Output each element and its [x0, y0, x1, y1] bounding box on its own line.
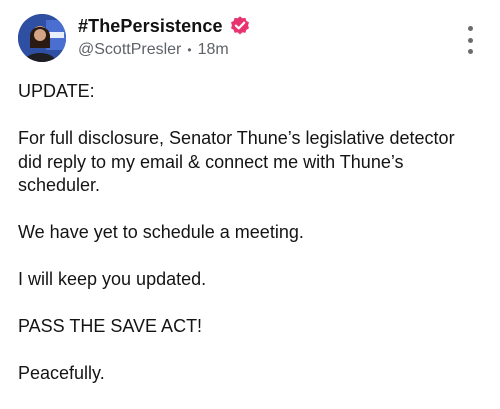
meta-separator: • — [187, 43, 192, 57]
handle[interactable]: @ScottPresler — [78, 41, 181, 59]
post-header: #ThePersistence @ScottPresler • 18m — [78, 14, 440, 59]
meta-row: @ScottPresler • 18m — [78, 41, 440, 59]
post-paragraph: For full disclosure, Senator Thune’s leg… — [18, 128, 455, 195]
timestamp[interactable]: 18m — [198, 41, 229, 59]
post-paragraph: Peacefully. — [18, 363, 105, 383]
post-paragraph: I will keep you updated. — [18, 269, 207, 289]
display-name[interactable]: #ThePersistence — [78, 16, 223, 37]
more-vertical-icon-dot — [467, 37, 473, 43]
post-paragraph: PASS THE SAVE ACT! — [18, 316, 203, 336]
more-vertical-icon — [467, 26, 473, 31]
verified-badge-icon — [229, 15, 251, 37]
post-paragraph: We have yet to schedule a meeting. — [18, 222, 304, 242]
post-body: UPDATE: For full disclosure, Senator Thu… — [18, 80, 470, 409]
avatar[interactable] — [18, 14, 66, 62]
post-paragraph: UPDATE: — [18, 81, 95, 101]
post-card: #ThePersistence @ScottPresler • 18m UPDA… — [0, 0, 500, 403]
more-vertical-icon-dot — [467, 49, 473, 54]
name-row: #ThePersistence — [78, 14, 440, 38]
more-options-button[interactable] — [464, 26, 476, 54]
